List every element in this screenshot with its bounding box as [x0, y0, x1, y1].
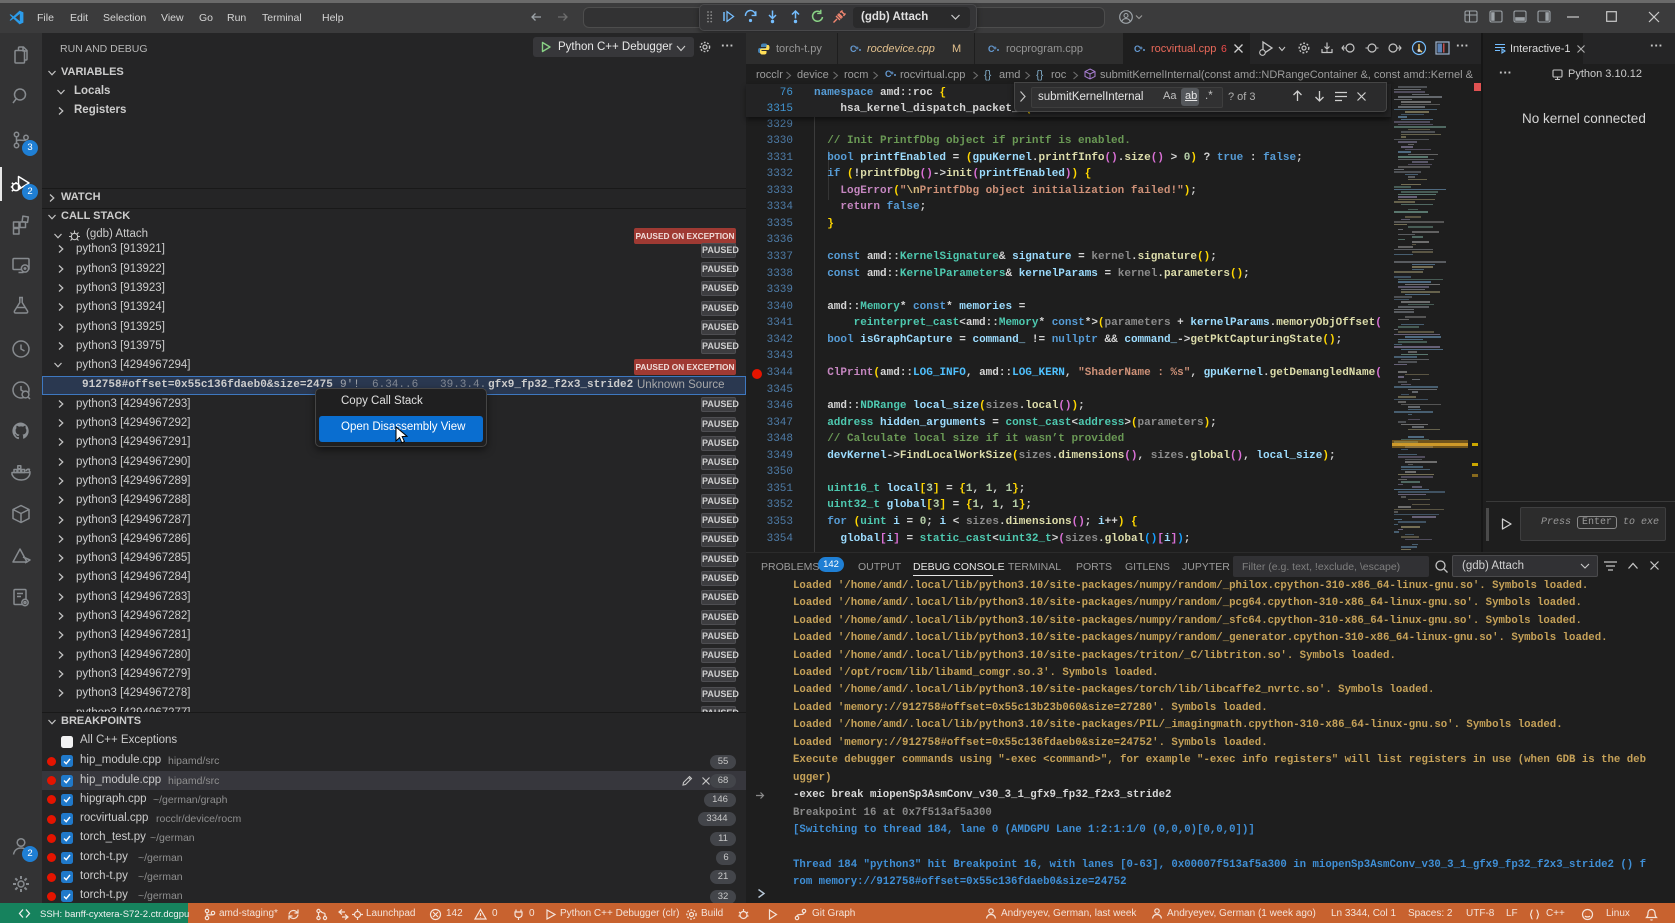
svg-text:C: C [988, 44, 995, 54]
svg-text:C: C [1134, 44, 1141, 54]
svg-text:C: C [850, 44, 857, 54]
svg-text:C: C [885, 69, 892, 79]
